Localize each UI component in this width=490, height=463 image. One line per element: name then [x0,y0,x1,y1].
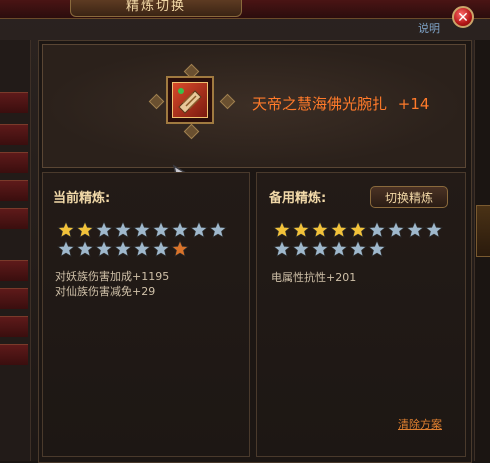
item-name-text: 天帝之慧海佛光腕扎 [252,95,388,113]
side-tab[interactable] [0,152,28,173]
gold-star-icon [75,220,95,239]
current-effect-2: 对仙族伤害减免+29 [55,285,156,298]
gold-star-icon [56,220,76,239]
silver-star-icon [367,239,387,258]
gold-star-icon [310,220,330,239]
side-tab[interactable] [0,180,28,201]
silver-star-icon [208,220,228,239]
silver-star-icon [272,239,292,258]
backup-refine-title: 备用精炼: [269,191,327,206]
silver-star-icon [132,239,152,258]
silver-star-icon [367,220,387,239]
window-title: 精炼切换 [70,0,242,17]
side-tabs [0,40,31,461]
bracer-icon [172,82,208,118]
silver-star-icon [151,220,171,239]
side-tab[interactable] [0,208,28,229]
silver-star-icon [75,239,95,258]
switch-refine-button[interactable]: 切换精炼 [370,186,448,208]
silver-star-icon [310,239,330,258]
bronze-star-icon [170,239,190,258]
title-bar: 精炼切换 [0,0,490,19]
silver-star-icon [94,239,114,258]
close-button[interactable]: ✕ [452,6,474,28]
backup-refine-panel: 备用精炼: 电属性抗性+201 [256,172,466,457]
backup-effect-1: 电属性抗性+201 [271,271,357,284]
silver-star-icon [405,220,425,239]
background-decoration [476,205,490,257]
side-tab[interactable] [0,124,28,145]
silver-star-icon [348,239,368,258]
silver-star-icon [94,220,114,239]
side-tab[interactable] [0,260,28,281]
silver-star-icon [329,239,349,258]
current-refine-panel: 当前精炼: 对妖族伤害加成+1195 对仙族伤害减免+29 [42,172,250,457]
silver-star-icon [132,220,152,239]
silver-star-icon [189,220,209,239]
gold-star-icon [329,220,349,239]
gold-star-icon [348,220,368,239]
side-tab[interactable] [0,288,28,309]
current-effect-1: 对妖族伤害加成+1195 [55,270,170,283]
item-slot[interactable] [166,76,214,124]
close-icon: ✕ [457,10,469,26]
help-link[interactable]: 说明 [418,20,440,36]
gold-star-icon [272,220,292,239]
side-tab[interactable] [0,316,28,337]
gold-star-icon [291,220,311,239]
silver-star-icon [386,220,406,239]
item-name: 天帝之慧海佛光腕扎 +14 [252,93,429,114]
silver-star-icon [113,239,133,258]
clear-plan-link[interactable]: 清除方案 [398,416,442,432]
side-tab[interactable] [0,92,28,113]
current-refine-title: 当前精炼: [53,191,111,206]
silver-star-icon [424,220,444,239]
silver-star-icon [291,239,311,258]
silver-star-icon [56,239,76,258]
backup-refine-stars [272,220,453,259]
current-refine-stars [56,220,237,259]
silver-star-icon [151,239,171,258]
silver-star-icon [113,220,133,239]
item-enhance-level: +14 [397,95,430,113]
silver-star-icon [170,220,190,239]
side-tab[interactable] [0,344,28,365]
